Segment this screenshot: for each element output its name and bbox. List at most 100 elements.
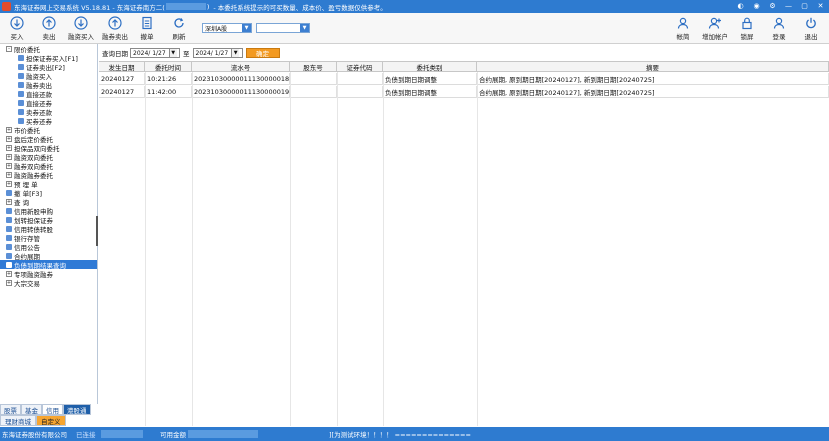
app-logo-icon — [2, 2, 11, 11]
start-date-picker[interactable]: 2024/ 1/27 ▼ — [130, 48, 180, 58]
buy-button[interactable]: 买入 — [3, 14, 31, 43]
column-header[interactable]: 流水号 — [192, 62, 290, 72]
add-account-button[interactable]: 增加帐户 — [701, 14, 729, 43]
available-funds-label: 可用金额 — [160, 431, 186, 439]
expand-icon[interactable]: + — [6, 162, 12, 169]
collapse-icon[interactable]: - — [6, 45, 12, 52]
account-select[interactable]: ▼ — [256, 23, 310, 33]
column-header[interactable]: 发生日期 — [99, 62, 145, 72]
lock-screen-button[interactable]: 锁屏 — [733, 14, 761, 43]
tree-node-icon — [6, 189, 12, 196]
tab-fund[interactable]: 基金 — [21, 404, 42, 415]
tree-node-icon — [6, 225, 12, 232]
refresh-button-label: 刷新 — [172, 33, 186, 41]
lock-screen-button-label: 锁屏 — [740, 33, 754, 41]
table-cell: 负债到期日期调整 — [383, 73, 477, 85]
column-divider — [145, 72, 146, 426]
query-date-label: 查询日期 — [102, 50, 128, 58]
settings-icon[interactable]: ⚙ — [768, 1, 777, 10]
tree-node-icon — [6, 207, 12, 214]
tab-wealth-mall[interactable]: 理财商城 — [0, 415, 36, 426]
tree-node-icon — [18, 72, 24, 79]
tree-node-icon — [6, 234, 12, 241]
table-cell: 10:21:26 — [145, 73, 192, 85]
exit-button-label: 退出 — [804, 33, 818, 41]
chevron-down-icon: ▼ — [300, 24, 309, 32]
table-row[interactable]: 20240127 10:21:26 2023103000001113000001… — [99, 73, 829, 85]
sell-button[interactable]: 卖出 — [35, 14, 63, 43]
expand-icon[interactable]: + — [6, 135, 12, 142]
column-header[interactable]: 委托类别 — [383, 62, 477, 72]
minimize-icon[interactable]: — — [784, 1, 793, 10]
exit-button[interactable]: 退出 — [797, 14, 825, 43]
table-row[interactable]: 20240127 11:42:00 2023103000001113000001… — [99, 86, 829, 98]
confirm-button[interactable]: 确定 — [245, 48, 280, 58]
company-name: 东海证券股份有限公司 — [2, 431, 67, 439]
short-sell-button[interactable]: 融券卖出 — [101, 14, 129, 43]
buy-button-label: 买入 — [10, 33, 24, 41]
table-cell: 202310300000111300000192 — [194, 86, 290, 98]
login-button[interactable]: 登录 — [765, 14, 793, 43]
expand-icon[interactable]: + — [6, 270, 12, 277]
tree-node-icon — [18, 54, 24, 61]
table-cell: 2023103000001113000001​89 — [194, 73, 290, 85]
table-cell: 20240127 — [99, 86, 145, 98]
extra-tabs: 理财商城 自定义 — [0, 415, 98, 426]
end-date-picker[interactable]: 2024/ 1/27 ▼ — [192, 48, 243, 58]
margin-buy-button-label: 融资买入 — [68, 33, 94, 41]
close-icon[interactable]: ✕ — [816, 1, 825, 10]
market-tabs: 股票 基金 信用 港股通 — [0, 404, 98, 415]
chevron-down-icon: ▼ — [168, 49, 177, 57]
column-header[interactable]: 股东号 — [290, 62, 337, 72]
expand-icon[interactable]: + — [6, 144, 12, 151]
column-header[interactable]: 证券代码 — [337, 62, 383, 72]
tab-custom[interactable]: 自定义 — [36, 415, 66, 426]
upload-icon — [42, 16, 56, 30]
expand-icon[interactable]: + — [6, 180, 12, 187]
user-icon[interactable]: ◉ — [752, 1, 761, 10]
column-header[interactable]: 摘要 — [477, 62, 829, 72]
table-cell: 11:42:00 — [145, 86, 192, 98]
market-select-value: 深圳A股 — [205, 25, 228, 33]
redacted-block — [188, 430, 258, 438]
tree-node-icon — [18, 63, 24, 70]
status-message: ][为测试环境！！！！ ============== — [329, 431, 471, 439]
account-summary-button-label: 帐简 — [676, 33, 690, 41]
download-icon — [74, 16, 88, 30]
table-cell: 合约展期, 原到期日期[20240127], 新到期日期[20240725] — [477, 86, 829, 98]
sidebar-item-label: 大宗交易 — [14, 279, 40, 288]
refresh-button[interactable]: 刷新 — [165, 14, 193, 43]
account-summary-button[interactable]: 帐简 — [669, 14, 697, 43]
expand-icon[interactable]: + — [6, 198, 12, 205]
column-divider — [192, 72, 193, 426]
login-button-label: 登录 — [772, 33, 786, 41]
skin-icon[interactable]: ◐ — [736, 1, 745, 10]
cancel-order-button[interactable]: 撤单 — [133, 14, 161, 43]
table-cell: 负债到期日期调整 — [383, 86, 477, 98]
tree-node-icon — [6, 216, 12, 223]
sidebar-scrollbar[interactable] — [96, 216, 98, 246]
tab-stock[interactable]: 股票 — [0, 404, 21, 415]
window-title: 东海证券网上交易系统 V5.18.81 - 东海证券南方二( — [14, 3, 165, 12]
expand-icon[interactable]: + — [6, 153, 12, 160]
expand-icon[interactable]: + — [6, 171, 12, 178]
add-account-button-label: 增加帐户 — [702, 33, 728, 41]
expand-icon[interactable]: + — [6, 279, 12, 286]
maximize-icon[interactable]: ▢ — [800, 1, 809, 10]
sidebar-item-block-trade[interactable]: + 大宗交易 — [0, 278, 97, 288]
date-range-separator: 至 — [183, 50, 190, 58]
lock-icon — [742, 17, 752, 30]
margin-buy-button[interactable]: 融资买入 — [67, 14, 95, 43]
tab-hk-connect[interactable]: 港股通 — [63, 404, 91, 415]
short-sell-button-label: 融券卖出 — [102, 33, 128, 41]
refresh-icon — [174, 18, 184, 28]
upload-icon — [108, 16, 122, 30]
tab-credit[interactable]: 信用 — [42, 404, 63, 415]
table-header: 发生日期 委托时间 流水号 股东号 证券代码 委托类别 摘要 — [99, 62, 829, 72]
expand-icon[interactable]: + — [6, 126, 12, 133]
column-header[interactable]: 委托时间 — [145, 62, 192, 72]
query-bar: 查询日期 2024/ 1/27 ▼ 至 2024/ 1/27 ▼ 确定 — [99, 46, 829, 60]
tree-node-icon — [18, 90, 24, 97]
column-divider — [290, 72, 291, 426]
market-select[interactable]: 深圳A股 ▼ — [202, 23, 252, 33]
